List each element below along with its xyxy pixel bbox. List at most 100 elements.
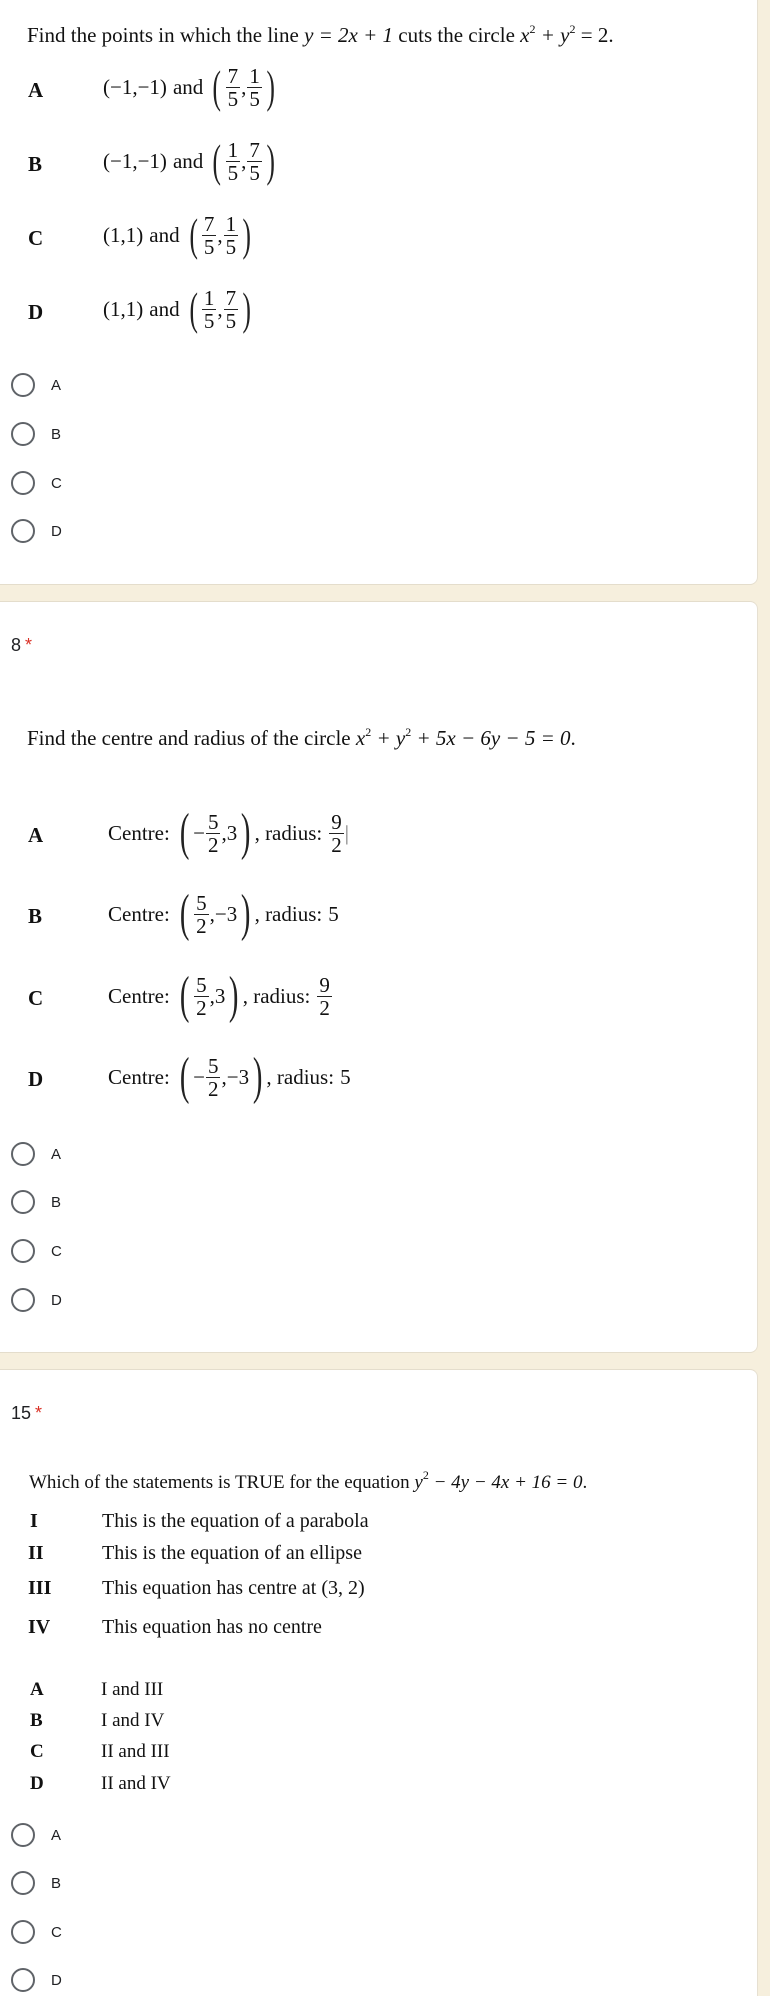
denominator: 5: [249, 160, 260, 185]
radio-option-a[interactable]: A: [11, 372, 61, 398]
radio-option-b[interactable]: B: [11, 1189, 61, 1215]
radio-button[interactable]: [11, 1920, 35, 1944]
numerator: 1: [201, 285, 217, 310]
radio-option-d[interactable]: D: [11, 1287, 62, 1313]
numerator: 5: [194, 972, 209, 997]
fraction: 15: [223, 211, 239, 259]
numerator: 5: [194, 890, 209, 915]
radio-label[interactable]: B: [51, 426, 61, 443]
right-paren: ): [229, 967, 239, 1024]
and-word: and: [149, 296, 180, 321]
denominator: 5: [227, 86, 239, 111]
numerator: 7: [223, 285, 239, 310]
radio-option-c[interactable]: C: [11, 470, 62, 496]
radio-button[interactable]: [11, 422, 35, 446]
option-content: Centre: (−5 2 ,−3) , radius: 5: [108, 1051, 351, 1103]
radio-option-c[interactable]: C: [11, 1238, 62, 1264]
question-text-part: Find the points in which the line: [27, 23, 305, 47]
numerator: 7: [225, 63, 241, 88]
point: (1,1): [103, 296, 144, 321]
radio-button[interactable]: [11, 519, 35, 543]
statement-text: This is the equation of an ellipse: [102, 1542, 362, 1564]
radio-option-b[interactable]: B: [11, 1870, 61, 1896]
question-number-text: 15: [11, 1403, 32, 1423]
question-text-part: cuts the circle: [393, 23, 521, 47]
statement-label: I: [30, 1510, 38, 1532]
radius-label: , radius:: [266, 1064, 335, 1089]
choice-label: B: [30, 1710, 43, 1731]
numerator: 1: [225, 137, 241, 162]
radius-fraction: 92: [317, 974, 332, 1019]
coordinate: ,3: [221, 820, 238, 845]
option-label: A: [28, 78, 44, 102]
question-number: 8 *: [11, 635, 32, 656]
numerator: 5: [205, 1053, 221, 1078]
radio-button[interactable]: [11, 471, 35, 495]
math-term: = 2: [575, 23, 609, 47]
numerator: 5: [205, 809, 221, 834]
radio-button[interactable]: [11, 1142, 35, 1166]
left-paren: (: [212, 61, 222, 112]
radio-label[interactable]: D: [51, 1972, 62, 1989]
question-text-part: Find the centre and radius of the circle: [27, 726, 356, 750]
choice-label: A: [30, 1679, 44, 1700]
option-content: (1,1) and (1 5, 7 5): [103, 283, 252, 334]
radio-button[interactable]: [11, 1288, 35, 1312]
question-text: Find the centre and radius of the circle…: [27, 726, 576, 750]
radio-button[interactable]: [11, 1871, 35, 1895]
radio-button[interactable]: [11, 373, 35, 397]
math-term: + y: [371, 726, 406, 750]
left-paren: (: [179, 967, 190, 1024]
denominator: 2: [207, 1076, 219, 1101]
radio-label[interactable]: A: [51, 377, 61, 394]
radio-button[interactable]: [11, 1823, 35, 1847]
radio-label[interactable]: C: [51, 475, 62, 492]
circle-equation: x2 + y2 + 5x − 6y − 5 = 0: [356, 726, 571, 750]
radio-label[interactable]: D: [51, 523, 62, 540]
coordinate: ,−3: [209, 901, 238, 926]
required-asterisk: *: [35, 1403, 43, 1423]
left-paren: (: [189, 283, 198, 334]
fraction: 15: [201, 285, 217, 332]
numerator: 1: [223, 211, 239, 236]
radio-label[interactable]: B: [51, 1194, 61, 1211]
choice-label: C: [30, 1741, 44, 1762]
radio-option-c[interactable]: C: [11, 1919, 62, 1945]
radio-label[interactable]: B: [51, 1875, 61, 1892]
statement-text: This equation has no centre: [102, 1616, 322, 1638]
point: (1,1): [103, 222, 144, 247]
required-asterisk: *: [25, 635, 33, 655]
denominator: 5: [225, 234, 237, 259]
text-cursor: |: [344, 820, 349, 845]
radio-option-a[interactable]: A: [11, 1141, 61, 1167]
left-paren: (: [179, 1048, 190, 1105]
left-paren: (: [179, 885, 190, 942]
fraction: 75: [201, 213, 217, 259]
sign: −: [193, 1064, 205, 1089]
radio-button[interactable]: [11, 1239, 35, 1263]
and-word: and: [172, 148, 204, 173]
radio-option-d[interactable]: D: [11, 1967, 62, 1993]
radio-option-b[interactable]: B: [11, 421, 61, 447]
radio-label[interactable]: C: [51, 1243, 62, 1260]
fraction: 52: [194, 892, 209, 937]
equation: y2 − 4y − 4x + 16 = 0: [414, 1469, 582, 1493]
denominator: 5: [203, 234, 215, 259]
choice-text: II and IV: [101, 1773, 171, 1794]
line-equation: y = 2x + 1: [304, 23, 394, 47]
numerator: 9: [317, 972, 332, 997]
radio-label[interactable]: A: [51, 1146, 61, 1163]
math-term: + 5x − 6y − 5 = 0: [411, 726, 571, 750]
radius-value: 5: [328, 901, 339, 926]
question-number: 15 *: [11, 1403, 42, 1424]
denominator: 5: [225, 308, 237, 333]
radio-label[interactable]: C: [51, 1924, 62, 1941]
statement-label: II: [28, 1542, 44, 1564]
coordinate: ,3: [209, 983, 226, 1008]
radio-label[interactable]: D: [51, 1292, 62, 1309]
radio-label[interactable]: A: [51, 1827, 61, 1844]
radio-option-d[interactable]: D: [11, 518, 62, 544]
radio-option-a[interactable]: A: [11, 1822, 61, 1848]
radio-button[interactable]: [11, 1190, 35, 1214]
radio-button[interactable]: [11, 1968, 35, 1992]
